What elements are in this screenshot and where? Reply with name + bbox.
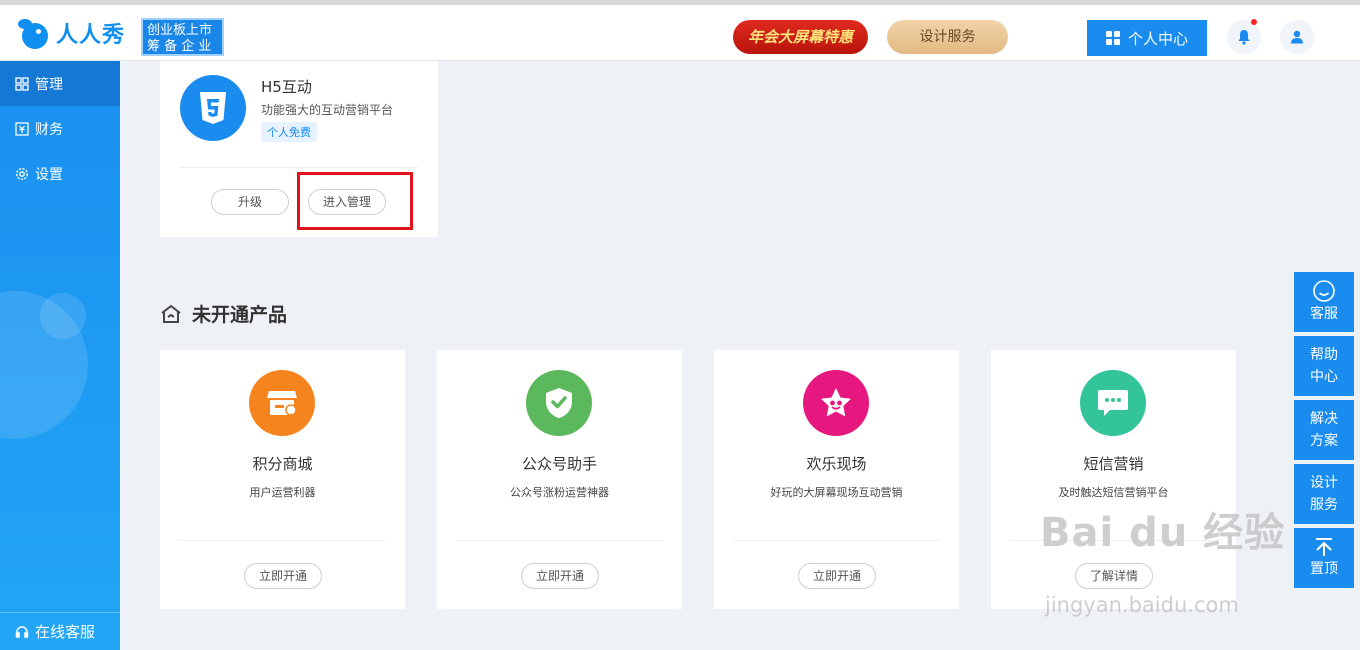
bell-icon — [1238, 30, 1250, 45]
apps-icon — [1105, 31, 1120, 45]
chat-bubble-icon — [1080, 370, 1146, 436]
annual-screen-promo-button[interactable]: 年会大屏幕特惠 — [733, 20, 868, 54]
sidebar-item-label: 设置 — [35, 166, 63, 183]
float-label-line1: 帮助 — [1310, 347, 1338, 363]
sidebar-item-label: 管理 — [35, 76, 63, 93]
ipo-badge-line2: 筹 备 企 业 — [147, 39, 212, 54]
baidu-watermark: Bai du 经验 — [1040, 510, 1286, 556]
tile-description: 好玩的大屏幕现场互动营销 — [770, 486, 903, 499]
ipo-badge-line1: 创业板上市 — [147, 23, 213, 38]
shield-check-icon — [526, 370, 592, 436]
free-tag: 个人免费 — [261, 122, 317, 142]
sidebar-item-settings[interactable]: 设置 — [0, 151, 120, 196]
design-service-float-button[interactable]: 设计 服务 — [1294, 464, 1354, 524]
upgrade-button[interactable]: 升级 — [211, 189, 289, 215]
shop-icon — [249, 370, 315, 436]
float-label-line1: 解决 — [1310, 411, 1338, 427]
decor-circle-small — [40, 293, 86, 339]
product-tile-points-mall: 积分商城 用户运营利器 立即开通 — [160, 350, 405, 609]
divider — [456, 540, 663, 541]
solutions-float-button[interactable]: 解决 方案 — [1294, 400, 1354, 460]
bird-logo-icon — [18, 15, 54, 51]
house-icon — [161, 304, 181, 323]
sidebar-item-finance[interactable]: 财务 — [0, 106, 120, 151]
float-label-line2: 服务 — [1310, 497, 1338, 513]
h5-title: H5互动 — [261, 78, 312, 96]
headset-icon — [15, 625, 29, 638]
notification-button[interactable] — [1227, 19, 1261, 54]
sidebar-item-label: 财务 — [35, 121, 63, 138]
ipo-badge: 创业板上市 筹 备 企 业 — [141, 18, 224, 56]
help-center-float-button[interactable]: 帮助 中心 — [1294, 336, 1354, 396]
back-to-top-float-button[interactable]: 置顶 — [1294, 528, 1354, 588]
product-tile-sms-marketing: 短信营销 及时触达短信营销平台 了解详情 — [991, 350, 1236, 609]
smile-icon — [1313, 280, 1335, 302]
tile-name: 短信营销 — [1083, 455, 1144, 473]
open-now-button[interactable]: 立即开通 — [521, 563, 599, 589]
online-service-button[interactable]: 在线客服 — [0, 612, 120, 650]
gear-icon — [15, 167, 29, 180]
divider — [179, 540, 386, 541]
personal-center-label: 个人中心 — [1127, 29, 1188, 48]
logo[interactable]: 人人秀 — [18, 15, 125, 51]
sidebar: 管理 财务 设置 在线客服 — [0, 61, 120, 650]
star-face-icon — [803, 370, 869, 436]
design-service-button[interactable]: 设计服务 — [887, 20, 1008, 54]
float-label-line1: 设计 — [1310, 475, 1338, 491]
customer-service-float-button[interactable]: 客服 — [1294, 272, 1354, 332]
divider — [733, 540, 940, 541]
online-service-label: 在线客服 — [35, 623, 96, 641]
product-tile-wechat-assistant: 公众号助手 公众号涨粉运营神器 立即开通 — [437, 350, 682, 609]
personal-center-button[interactable]: 个人中心 — [1087, 20, 1207, 56]
annotation-highlight-box — [297, 172, 413, 230]
float-label-line2: 方案 — [1310, 433, 1338, 449]
grid-icon — [15, 76, 29, 91]
section-title-text: 未开通产品 — [192, 304, 288, 326]
tile-description: 公众号涨粉运营神器 — [510, 486, 609, 499]
baidu-watermark-url: jingyan.baidu.com — [1045, 593, 1239, 617]
float-label: 置顶 — [1310, 561, 1338, 577]
top-header: 人人秀 创业板上市 筹 备 企 业 年会大屏幕特惠 设计服务 个人中心 — [0, 0, 1360, 61]
h5-description: 功能强大的互动营销平台 — [261, 103, 394, 117]
html5-icon — [180, 75, 246, 141]
sidebar-item-manage[interactable]: 管理 — [0, 61, 120, 106]
logo-text: 人人秀 — [56, 23, 126, 48]
tile-description: 用户运营利器 — [249, 486, 316, 499]
product-tile-happy-live: 欢乐现场 好玩的大屏幕现场互动营销 立即开通 — [714, 350, 959, 609]
open-now-button[interactable]: 立即开通 — [798, 563, 876, 589]
divider — [180, 167, 418, 168]
float-label-line2: 中心 — [1310, 369, 1338, 385]
float-label: 客服 — [1310, 306, 1338, 322]
user-icon — [1291, 30, 1303, 44]
user-avatar-button[interactable] — [1280, 20, 1314, 54]
section-title: 未开通产品 — [160, 300, 287, 327]
open-now-button[interactable]: 立即开通 — [244, 563, 322, 589]
finance-icon — [15, 121, 29, 136]
arrow-up-icon — [1316, 538, 1332, 556]
unread-dot — [1251, 19, 1257, 25]
tile-description: 及时触达短信营销平台 — [1058, 486, 1169, 499]
tile-name: 公众号助手 — [521, 455, 597, 473]
tile-name: 积分商城 — [252, 455, 313, 473]
tile-name: 欢乐现场 — [806, 455, 867, 473]
learn-more-button[interactable]: 了解详情 — [1075, 563, 1153, 589]
